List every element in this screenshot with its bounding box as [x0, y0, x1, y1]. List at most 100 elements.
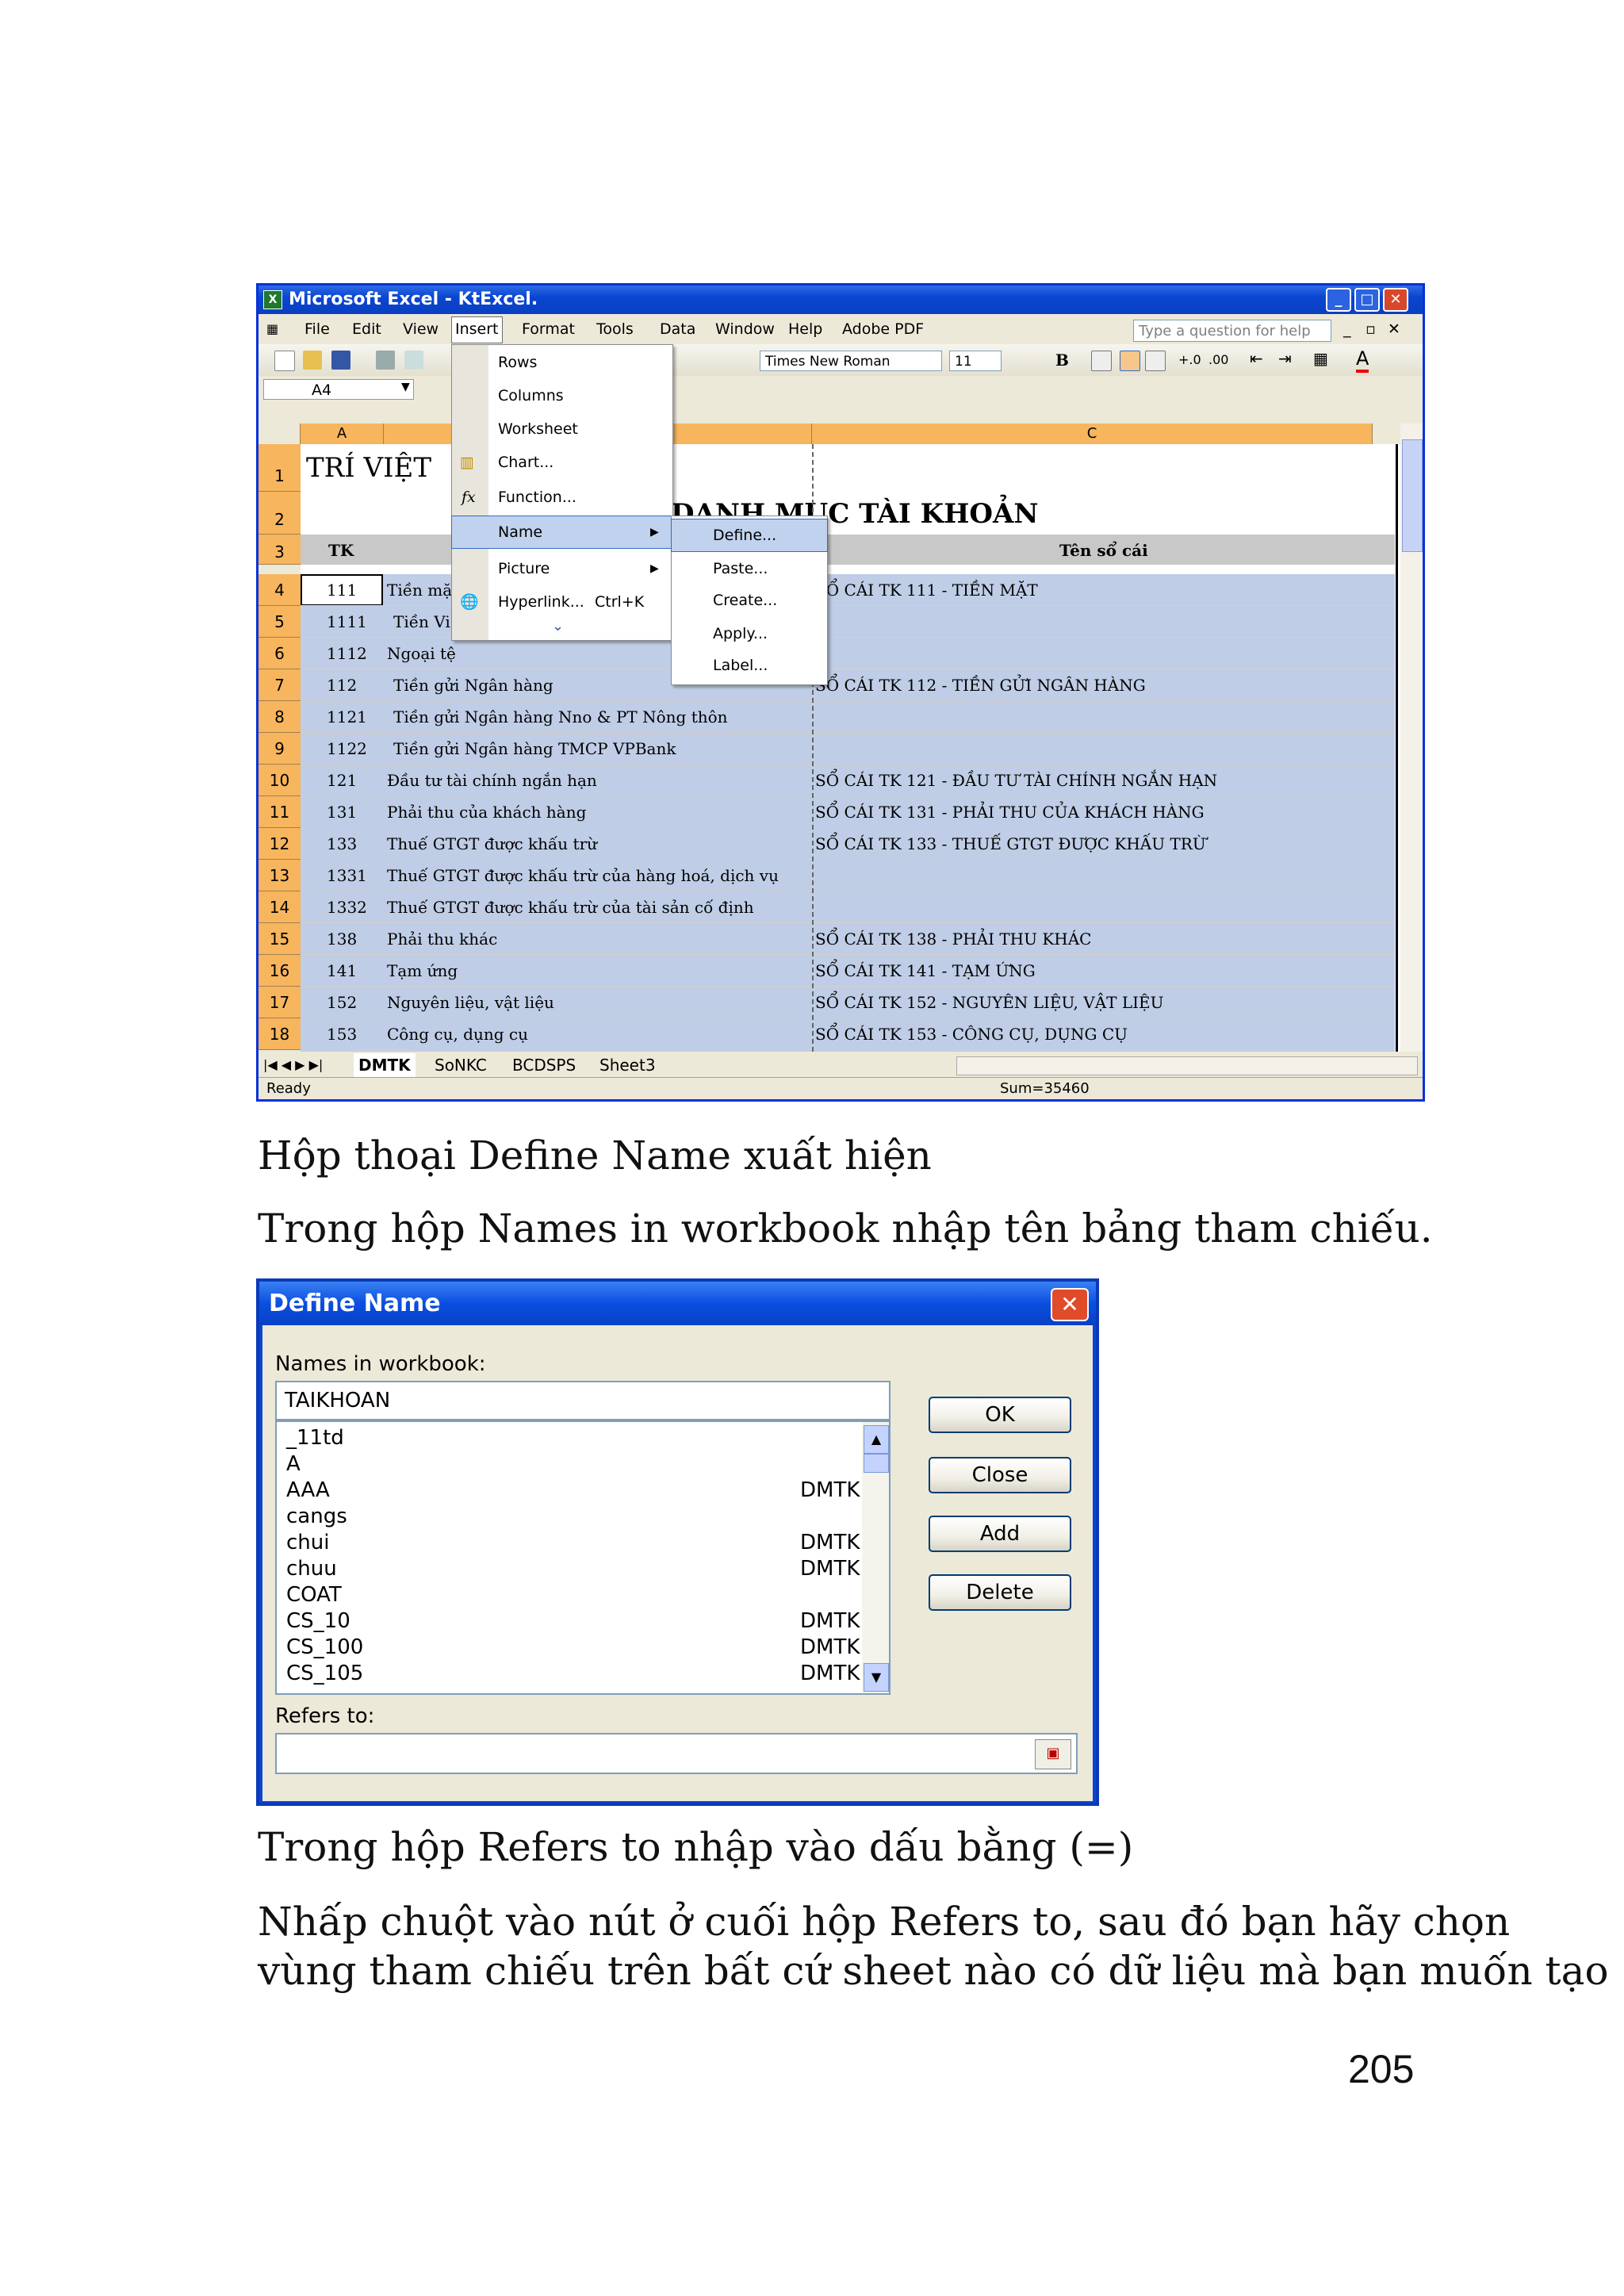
menu-item-hyperlink[interactable]: 🌐 Hyperlink... Ctrl+K [452, 586, 672, 618]
row-header[interactable]: 14 [259, 891, 301, 923]
list-item[interactable]: cangs [286, 1504, 841, 1530]
row-header[interactable]: 11 [259, 796, 301, 828]
font-size-select[interactable]: 11 [949, 351, 1002, 371]
scroll-up-icon[interactable]: ▲ [864, 1425, 889, 1454]
maximize-icon[interactable]: □ [1354, 288, 1380, 312]
decrease-decimal-icon[interactable]: .00 [1208, 352, 1228, 367]
excel-doc-icon[interactable]: ▦ [263, 314, 282, 344]
close-button[interactable]: Close [929, 1457, 1071, 1493]
cell-account-name[interactable]: Phải thu khác [387, 930, 497, 949]
delete-button[interactable]: Delete [929, 1574, 1071, 1611]
help-search-input[interactable]: Type a question for help [1133, 320, 1331, 342]
row-header[interactable]: 18 [259, 1018, 301, 1050]
menu-edit[interactable]: Edit [349, 314, 385, 344]
save-icon[interactable] [331, 351, 350, 370]
submenu-item-label[interactable]: Label... [672, 650, 827, 681]
cell-account-name[interactable]: Nguyên liệu, vật liệu [387, 993, 554, 1012]
cell-ledger-name[interactable]: SỔ CÁI TK 131 - PHẢI THU CỦA KHÁCH HÀNG [815, 803, 1205, 822]
cell-account-name[interactable]: Phải thu của khách hàng [387, 803, 586, 822]
menu-insert[interactable]: Insert [451, 316, 503, 343]
row-header[interactable]: 8 [259, 701, 301, 733]
row-header[interactable]: 9 [259, 733, 301, 765]
cell-account-number[interactable]: 121 [327, 771, 357, 790]
cell-account-name[interactable]: Tạm ứng [387, 961, 458, 980]
cell-ledger-name[interactable]: SỔ CÁI TK 121 - ĐẦU TƯ TÀI CHÍNH NGẮN HẠ… [815, 771, 1217, 790]
cell-account-name[interactable]: Công cụ, dụng cụ [387, 1025, 528, 1044]
cell-account-name[interactable]: Tiền gửi Ngân hàng TMCP VPBank [393, 739, 676, 758]
cell-account-number[interactable]: 153 [327, 1025, 357, 1044]
print-preview-icon[interactable] [404, 351, 423, 370]
horizontal-scrollbar[interactable] [956, 1056, 1418, 1075]
row-header[interactable]: 6 [259, 638, 301, 669]
cell-account-number[interactable]: 133 [327, 834, 357, 853]
cell-account-name[interactable]: Thuế GTGT được khấu trừ của hàng hoá, dị… [387, 866, 779, 885]
row-header[interactable]: 5 [259, 606, 301, 638]
cell-account-number[interactable]: 1122 [327, 739, 367, 758]
column-header-a[interactable]: A [301, 424, 384, 444]
borders-icon[interactable]: ▦ [1313, 349, 1328, 368]
cell-account-number[interactable]: 1331 [327, 866, 367, 885]
dialog-close-icon[interactable]: ✕ [1051, 1288, 1089, 1321]
row-header[interactable]: 4 [259, 574, 301, 606]
row-header[interactable]: 13 [259, 860, 301, 891]
list-item[interactable]: chuu DMTK [286, 1556, 860, 1582]
submenu-item-paste[interactable]: Paste... [672, 553, 827, 585]
cell-account-number[interactable]: 1112 [327, 644, 367, 663]
menu-item-rows[interactable]: Rows [452, 347, 672, 378]
cell-account-name[interactable]: Tiền Vi [393, 612, 450, 631]
list-item[interactable]: AAA DMTK [286, 1478, 860, 1504]
row-header[interactable]: 3 [259, 535, 301, 565]
cell-ledger-name[interactable]: SỔ CÁI TK 133 - THUẾ GTGT ĐƯỢC KHẤU TRỪ [815, 834, 1206, 853]
print-icon[interactable] [376, 351, 395, 370]
row-header[interactable]: 10 [259, 765, 301, 796]
cell-account-number[interactable]: 1121 [327, 707, 367, 726]
add-button[interactable]: Add [929, 1516, 1071, 1552]
list-item[interactable]: COAT [286, 1582, 841, 1608]
menu-item-columns[interactable]: Columns [452, 380, 672, 412]
list-item[interactable]: CS_100 DMTK [286, 1635, 860, 1661]
row-header[interactable]: 12 [259, 828, 301, 860]
row-header[interactable]: 15 [259, 923, 301, 955]
ok-button[interactable]: OK [929, 1397, 1071, 1433]
expand-menu-icon[interactable]: ⌄ [552, 618, 564, 634]
menu-help[interactable]: Help [785, 314, 825, 344]
cell-ledger-name[interactable]: SỔ CÁI TK 153 - CÔNG CỤ, DỤNG CỤ [815, 1025, 1128, 1044]
cell-account-name[interactable]: Tiền gửi Ngân hàng Nno & PT Nông thôn [393, 707, 728, 726]
tab-first-icon[interactable]: |◀ ◀ ▶ ▶| [263, 1053, 323, 1077]
tab-sheet3[interactable]: Sheet3 [599, 1053, 656, 1077]
cell-ledger-name[interactable]: SỔ CÁI TK 138 - PHẢI THU KHÁC [815, 930, 1091, 949]
list-scroll-thumb[interactable] [864, 1454, 889, 1473]
font-name-select[interactable]: Times New Roman [760, 351, 942, 371]
menu-item-picture[interactable]: Picture ▶ [452, 553, 672, 585]
increase-decimal-icon[interactable]: +.0 [1178, 352, 1201, 367]
doc-restore-icon[interactable]: ▫ [1362, 314, 1379, 344]
merge-center-icon[interactable] [1145, 351, 1166, 371]
row-header[interactable]: 16 [259, 955, 301, 987]
menu-item-worksheet[interactable]: Worksheet [452, 413, 672, 445]
list-item[interactable]: _11td [286, 1425, 841, 1451]
cell-account-number[interactable]: 112 [327, 676, 357, 695]
menu-file[interactable]: File [301, 314, 333, 344]
close-icon[interactable]: ✕ [1383, 288, 1408, 312]
cell-ledger-name[interactable]: SỔ CÁI TK 141 - TẠM ỨNG [815, 961, 1036, 980]
name-box[interactable]: A4 [263, 379, 414, 400]
open-icon[interactable] [303, 351, 322, 370]
indent-icon[interactable]: ⇤ [1250, 349, 1263, 368]
menu-adobe-pdf[interactable]: Adobe PDF [839, 314, 927, 344]
scroll-down-icon[interactable]: ▼ [864, 1663, 889, 1692]
list-item[interactable]: CS_105 DMTK [286, 1661, 860, 1687]
align-center-icon[interactable] [1120, 351, 1140, 371]
font-color-icon[interactable]: A [1356, 347, 1369, 373]
align-left-icon[interactable] [1091, 351, 1112, 371]
menu-format[interactable]: Format [519, 314, 578, 344]
cell-ledger-name[interactable]: SỔ CÁI TK 112 - TIỀN GỬI NGÂN HÀNG [815, 676, 1146, 695]
menu-item-function[interactable]: fx Function... [452, 481, 672, 513]
submenu-item-apply[interactable]: Apply... [672, 618, 827, 650]
cell-account-number[interactable]: 131 [327, 803, 357, 822]
list-item[interactable]: CS_10 DMTK [286, 1608, 860, 1635]
cell-account-number[interactable]: 152 [327, 993, 357, 1012]
cell-account-name[interactable]: Đầu tư tài chính ngắn hạn [387, 771, 597, 790]
collapse-dialog-icon[interactable]: ▣ [1035, 1739, 1071, 1769]
tab-dmtk[interactable]: DMTK [354, 1053, 416, 1077]
cell-account-name[interactable]: Tiền mặt [387, 581, 458, 600]
